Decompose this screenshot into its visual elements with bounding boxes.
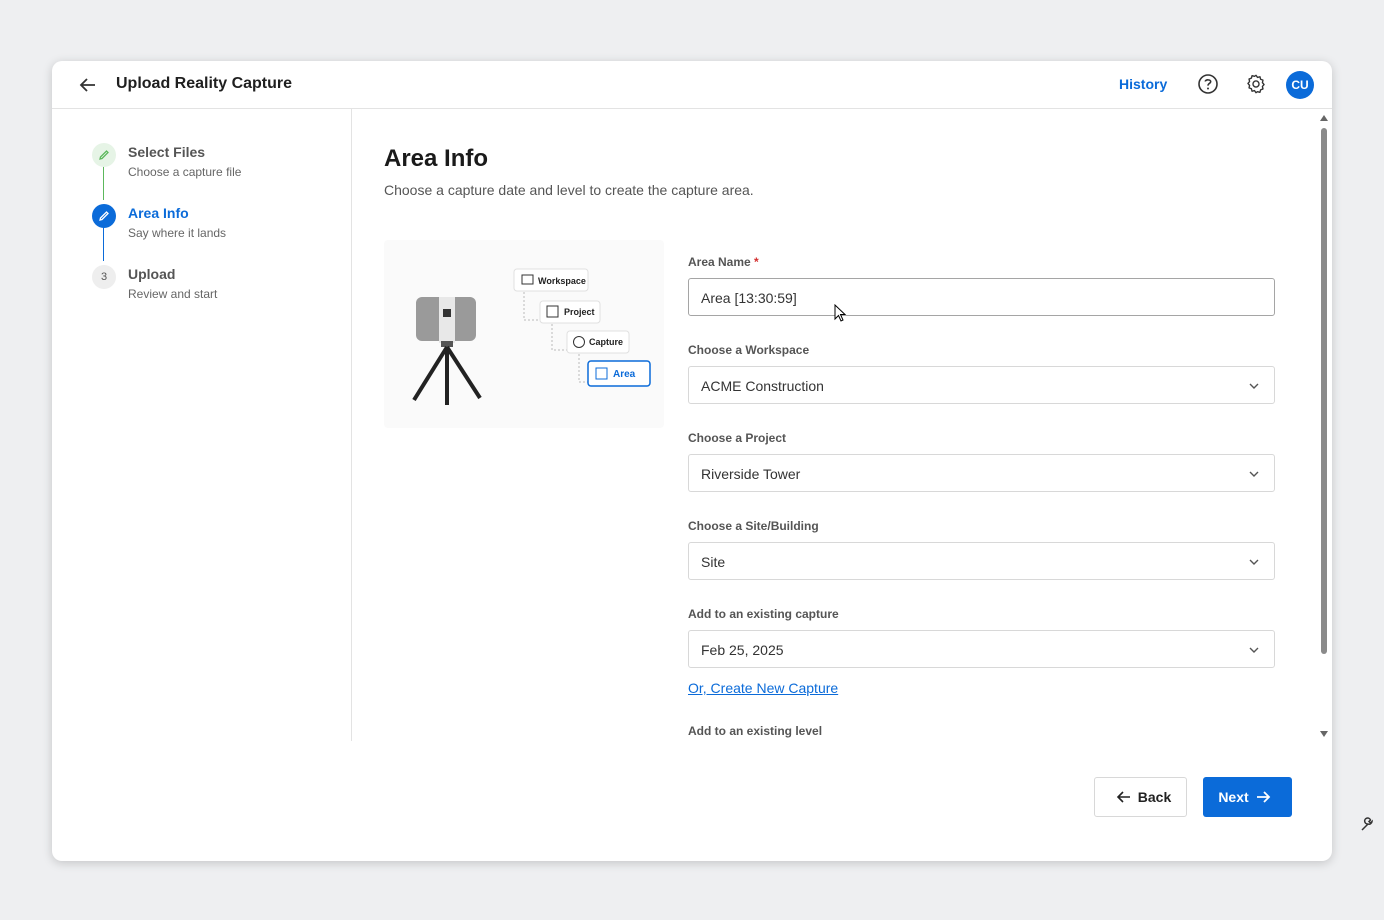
arrow-right-icon (1256, 791, 1270, 803)
pencil-icon (99, 211, 109, 221)
step-title: Select Files (128, 144, 206, 160)
tree-project-label: Project (564, 307, 595, 317)
area-name-label: Area Name * (688, 255, 759, 269)
required-marker: * (754, 255, 759, 269)
back-arrow-icon[interactable] (78, 75, 98, 95)
site-select[interactable]: Site (688, 542, 1275, 580)
level-label: Add to an existing level (688, 724, 823, 738)
stepper: Select Files Choose a capture file Area … (52, 109, 352, 741)
step-done-circle (92, 143, 116, 167)
project-select[interactable]: Riverside Tower (688, 454, 1275, 492)
area-name-value: Area [13:30:59] (701, 290, 797, 306)
tree-capture-label: Capture (589, 337, 623, 347)
main-content: Area Info Choose a capture date and leve… (352, 109, 1322, 741)
step-title: Upload (128, 266, 176, 282)
step-title: Area Info (128, 205, 189, 221)
chevron-down-icon (1249, 471, 1259, 477)
scanner-tripod-icon: Workspace Project Capture Area (412, 268, 651, 405)
create-new-capture-link[interactable]: Or, Create New Capture (688, 680, 838, 696)
scrollbar[interactable] (1318, 111, 1330, 741)
site-value: Site (701, 554, 726, 570)
chevron-down-icon (1249, 559, 1259, 565)
project-label: Choose a Project (688, 431, 787, 445)
avatar[interactable]: CU (1286, 71, 1314, 99)
header: Upload Reality Capture History CU (52, 61, 1332, 109)
upload-dialog: Upload Reality Capture History CU Select… (52, 61, 1332, 861)
step-active-circle (92, 204, 116, 228)
section-description: Choose a capture date and level to creat… (384, 182, 754, 198)
capture-select[interactable]: Feb 25, 2025 (688, 630, 1275, 668)
section-heading: Area Info (384, 145, 489, 172)
step-connector (103, 225, 104, 261)
area-name-label-text: Area Name (688, 255, 751, 269)
area-name-input[interactable]: Area [13:30:59] (688, 278, 1275, 316)
step-subtitle: Choose a capture file (128, 165, 242, 179)
pencil-icon (99, 150, 109, 160)
step-subtitle: Review and start (128, 287, 218, 301)
page-title: Upload Reality Capture (116, 75, 293, 92)
help-icon[interactable] (1197, 73, 1219, 95)
wrench-icon[interactable] (1359, 817, 1375, 833)
workspace-label: Choose a Workspace (688, 343, 810, 357)
step-connector (103, 164, 104, 200)
capture-value: Feb 25, 2025 (701, 642, 784, 658)
chevron-down-icon (1249, 383, 1259, 389)
tree-workspace-label: Workspace (538, 276, 586, 286)
next-button-label: Next (1218, 789, 1249, 805)
history-link[interactable]: History (1119, 76, 1167, 92)
back-button[interactable]: Back (1094, 777, 1187, 817)
next-button[interactable]: Next (1203, 777, 1292, 817)
capture-hierarchy-illustration: Workspace Project Capture Area (384, 240, 664, 428)
workspace-value: ACME Construction (701, 378, 824, 394)
back-button-label: Back (1137, 789, 1172, 805)
mouse-cursor-icon (834, 304, 847, 322)
project-value: Riverside Tower (701, 466, 801, 482)
capture-label: Add to an existing capture (688, 607, 839, 621)
chevron-down-icon (1249, 647, 1259, 653)
tree-area-label: Area (613, 369, 636, 380)
workspace-select[interactable]: ACME Construction (688, 366, 1275, 404)
gear-icon[interactable] (1245, 73, 1267, 95)
step-subtitle: Say where it lands (128, 226, 227, 240)
site-label: Choose a Site/Building (688, 519, 819, 533)
arrow-left-icon (1116, 791, 1130, 803)
step-number: 3 (92, 265, 116, 289)
